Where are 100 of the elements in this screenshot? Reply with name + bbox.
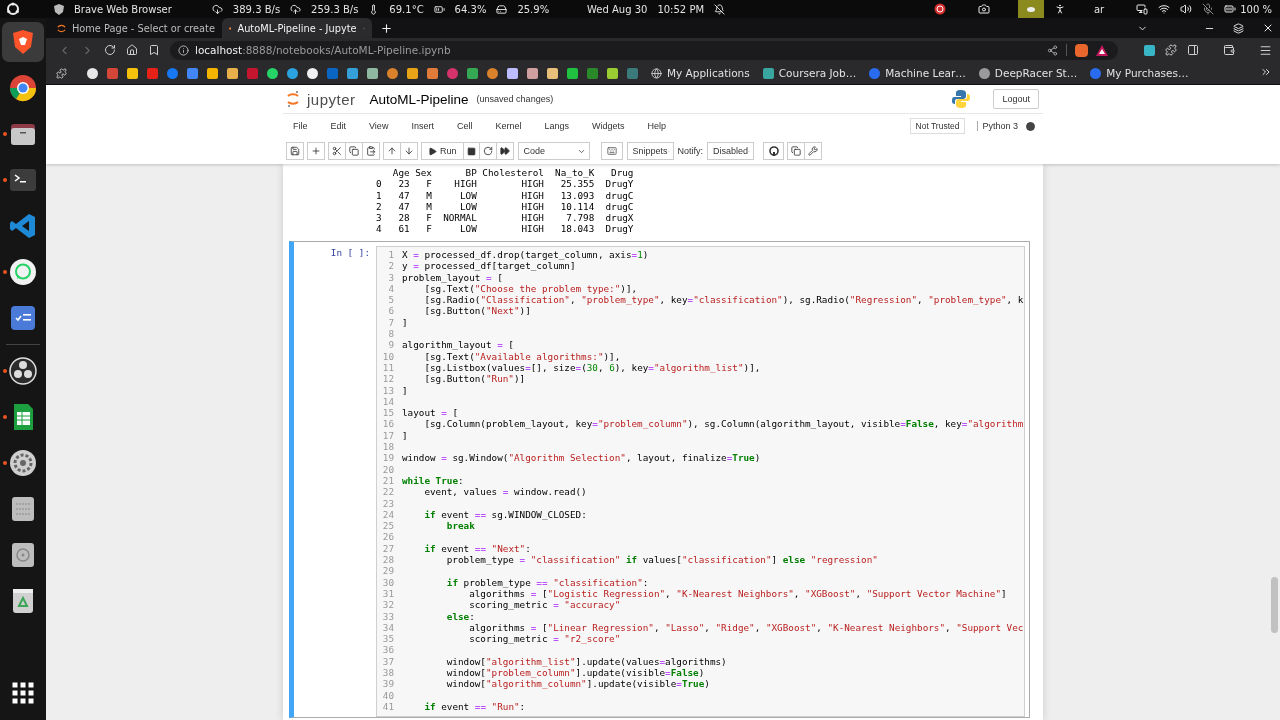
bookmark-icon[interactable] — [287, 67, 298, 79]
keyboard-layout[interactable]: ar — [1094, 3, 1105, 15]
notify-select[interactable]: Disabled — [707, 142, 755, 160]
menu-item[interactable]: Help — [647, 121, 666, 131]
settings-button[interactable] — [804, 142, 823, 160]
menu-item[interactable]: File — [293, 121, 308, 131]
bookmark-link[interactable]: DeepRacer St… — [978, 67, 1078, 79]
notebook-name[interactable]: AutoML-Pipeline — [369, 91, 469, 107]
menu-item[interactable]: Cell — [456, 121, 473, 131]
cell-type-select[interactable]: Code — [517, 142, 590, 160]
bookmark-link[interactable]: Machine Lear… — [869, 67, 966, 79]
keyboard-icon — [606, 146, 617, 156]
activities-icon[interactable] — [6, 2, 20, 16]
puzzle-icon[interactable] — [56, 67, 67, 79]
bookmark-icon[interactable] — [527, 67, 538, 79]
bookmark-link[interactable]: My Applications — [651, 67, 750, 79]
bookmark-icon[interactable] — [567, 67, 578, 79]
reload-icon[interactable] — [104, 44, 116, 56]
menu-item[interactable]: Widgets — [591, 121, 625, 131]
bookmark-icon[interactable] — [367, 67, 378, 79]
move-down-button[interactable] — [400, 142, 418, 160]
battery-icon[interactable] — [1224, 3, 1237, 15]
stop-icon — [466, 146, 476, 156]
screen-icon[interactable] — [1136, 3, 1149, 15]
scrollbar-thumb[interactable] — [1271, 577, 1278, 633]
app-name[interactable]: Brave Web Browser — [74, 3, 172, 15]
bookmark-icon[interactable] — [407, 67, 418, 79]
line-number: 18 — [381, 441, 395, 453]
bookmark-icon[interactable] — [148, 44, 160, 56]
bookmark-icon[interactable] — [227, 67, 238, 79]
run-button[interactable]: Run — [421, 142, 464, 160]
bookmark-icon[interactable] — [267, 67, 278, 79]
restore-icon[interactable] — [1233, 22, 1244, 34]
app-grid-icon[interactable] — [12, 682, 34, 704]
line-number: 26 — [381, 531, 395, 543]
menu-item[interactable]: Edit — [330, 121, 347, 131]
keyboard-button[interactable] — [600, 142, 623, 160]
more-bookmarks-icon[interactable] — [1260, 66, 1272, 78]
menu-item[interactable]: View — [369, 121, 389, 131]
browser-tab[interactable]: AutoML-Pipeline - Jupyte — [222, 18, 372, 38]
format-button[interactable] — [787, 142, 806, 160]
home-icon[interactable] — [126, 44, 138, 56]
code-line: [sg.Listbox(values=[], size=(30, 6), key="algorithm_list")], — [423, 361, 761, 374]
wallet-icon[interactable] — [1223, 44, 1235, 56]
bookmark-icon[interactable] — [207, 67, 218, 79]
tricolor-circle-icon[interactable] — [8, 73, 38, 103]
sidebar-icon[interactable] — [1187, 44, 1199, 56]
extensions-icon[interactable] — [1165, 44, 1177, 56]
line-number: 14 — [381, 395, 395, 408]
camera-icon[interactable] — [978, 3, 990, 15]
logout-button[interactable]: Logout — [993, 89, 1039, 109]
wifi-icon[interactable] — [1158, 3, 1171, 15]
bookmark-icon[interactable] — [307, 67, 318, 79]
mic-off-icon[interactable] — [1202, 3, 1215, 15]
bookmark-icon[interactable] — [607, 67, 618, 79]
menu-item[interactable]: Kernel — [495, 121, 522, 131]
bookmark-link[interactable]: My Purchases… — [1090, 67, 1189, 79]
code-line: else: — [445, 610, 475, 622]
tray-indicator-icon[interactable] — [1018, 0, 1044, 18]
dock-button[interactable] — [2, 22, 44, 62]
cell-prompt: In [ ]: — [329, 246, 371, 260]
github-button[interactable] — [763, 142, 785, 160]
bell-off-icon[interactable] — [714, 3, 726, 15]
person-icon[interactable] — [1054, 3, 1066, 15]
address-field[interactable]: localhost:8888/notebooks/AutoML-Pipeline.ipynb — [170, 40, 1118, 60]
triangle-icon[interactable] — [1096, 44, 1108, 56]
bookmark-link[interactable]: Coursera Job… — [762, 67, 857, 79]
move-up-button[interactable] — [383, 142, 401, 160]
save-button[interactable] — [286, 142, 304, 160]
extension-icon[interactable] — [1144, 44, 1155, 56]
copy-button[interactable] — [345, 142, 363, 160]
paste-button[interactable] — [362, 142, 380, 160]
volume-icon[interactable] — [1180, 3, 1193, 15]
bookmark-icon[interactable] — [87, 67, 98, 79]
snippets-select[interactable]: Snippets — [626, 142, 674, 160]
clock[interactable]: 10:52 PM — [657, 3, 705, 15]
gear-icon[interactable] — [8, 448, 38, 478]
menu-icon[interactable] — [1259, 43, 1272, 57]
menu-item[interactable]: Langs — [544, 121, 569, 131]
bookmark-icon[interactable] — [547, 67, 558, 79]
date[interactable]: Wed Aug 30 — [586, 3, 648, 15]
jupyter-logo[interactable]: jupyter — [307, 90, 356, 108]
bookmark-icon[interactable] — [127, 67, 138, 79]
copy-icon — [349, 146, 359, 156]
record-icon[interactable] — [934, 3, 946, 15]
cut-button[interactable] — [328, 142, 346, 160]
line-number: 3 — [387, 271, 395, 283]
menu-item[interactable]: Insert — [411, 121, 434, 131]
bookmark-icon[interactable] — [507, 67, 518, 79]
new-tab-icon[interactable] — [380, 21, 393, 35]
line-number: 2 — [387, 260, 395, 272]
ribbon-icon[interactable] — [8, 211, 38, 241]
trust-button[interactable]: Not Trusted — [909, 118, 966, 134]
browser-tab[interactable]: Home Page - Select or create — [50, 18, 222, 38]
checklist-icon[interactable] — [8, 303, 38, 333]
line-number: 12 — [381, 373, 395, 385]
share-icon[interactable] — [1047, 44, 1058, 56]
insert-cell-button[interactable] — [307, 142, 325, 160]
aperture-icon[interactable] — [8, 356, 38, 386]
chat-bubble-icon[interactable] — [8, 257, 38, 287]
